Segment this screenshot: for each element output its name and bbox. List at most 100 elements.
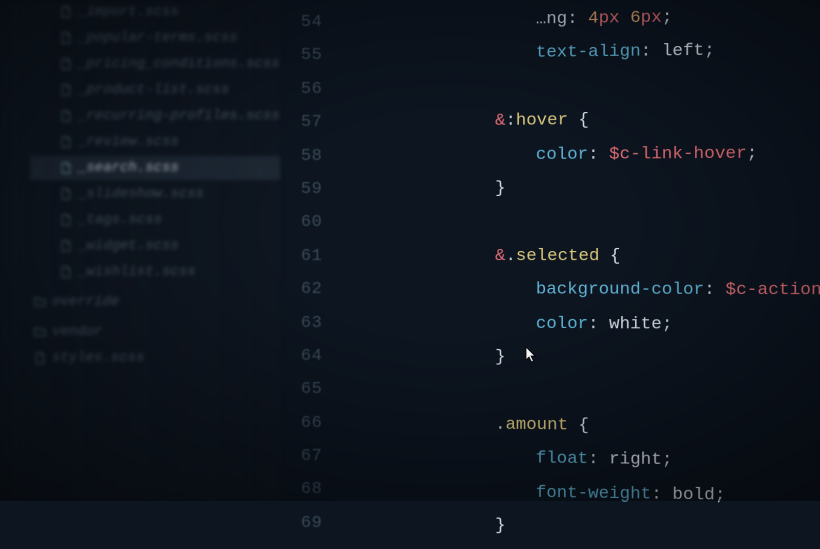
code-token: $c-link-hover (609, 144, 747, 164)
line-number: 58 (280, 140, 334, 173)
code-token: hover (516, 111, 568, 131)
tree-item-label: _slideshow.scss (78, 186, 204, 202)
file-tree-item[interactable]: _review.scss (30, 130, 280, 154)
code-line[interactable]: color: $c-link-hover; (334, 136, 820, 173)
line-number: 59 (280, 173, 334, 206)
tree-item-label: _wishlist.scss (78, 264, 196, 280)
code-token: } (495, 348, 505, 367)
code-token: : (652, 485, 673, 505)
line-number: 60 (280, 206, 334, 239)
code-token: px (599, 9, 620, 29)
editor-code-area[interactable]: …ng: 4px 6px;text-align: left; &:hover {… (334, 0, 820, 508)
line-number: 65 (280, 373, 334, 406)
code-token: …ng (536, 10, 567, 30)
file-tree-item[interactable]: styles.scss (30, 346, 280, 370)
code-token: ; (747, 144, 758, 164)
line-number: 63 (280, 307, 334, 340)
code-token: color (536, 145, 588, 165)
tree-item-label: override (52, 294, 119, 310)
code-token: { (579, 416, 589, 435)
code-line[interactable] (334, 373, 820, 411)
code-token: right (609, 450, 662, 470)
code-token: ; (705, 42, 716, 62)
code-token: ; (715, 486, 726, 506)
tree-item-label: _widget.scss (78, 238, 179, 254)
code-token: ; (662, 315, 673, 334)
code-line[interactable]: } (334, 507, 820, 549)
file-tree-item[interactable]: _pricing_conditions.scss (30, 52, 280, 76)
code-token: amount (506, 416, 569, 436)
folder-icon (34, 296, 46, 308)
line-number: 56 (280, 73, 334, 106)
code-token (620, 9, 631, 28)
file-icon (60, 58, 72, 70)
code-line[interactable]: } (334, 171, 820, 207)
folder-tree-item[interactable]: override (30, 290, 280, 314)
folder-icon (34, 326, 46, 338)
code-line[interactable]: background-color: $c-action; (334, 273, 820, 308)
tree-item-label: _tags.scss (78, 212, 162, 228)
line-number: 69 (280, 507, 334, 540)
code-line[interactable]: &:hover { (334, 102, 820, 140)
file-icon (60, 32, 72, 44)
code-token: $c-action (726, 281, 820, 301)
code-token: : (568, 9, 589, 29)
file-tree-item[interactable]: _tags.scss (30, 208, 280, 232)
code-token: color (536, 314, 588, 333)
tree-item-label: _pricing_conditions.scss (78, 56, 280, 72)
code-token: text-align (536, 43, 641, 63)
code-line[interactable]: text-align: left; (334, 33, 820, 73)
file-tree-item[interactable]: _wishlist.scss (30, 260, 280, 284)
file-tree-item[interactable]: _popular-terms.scss (30, 26, 280, 50)
file-icon (60, 266, 72, 278)
tree-item-label: _recurring-profiles.scss (78, 108, 280, 124)
tree-item-label: _review.scss (78, 134, 179, 150)
tree-item-label: vendor (52, 324, 102, 340)
code-line[interactable]: .amount { (334, 407, 820, 446)
code-token (600, 247, 611, 266)
line-number: 57 (280, 106, 334, 139)
file-explorer[interactable]: _import.scss _popular-terms.scss _pricing_… (0, 0, 280, 501)
code-line[interactable] (334, 68, 820, 107)
code-token: } (495, 179, 505, 198)
line-number: 55 (280, 39, 334, 72)
code-token: } (495, 517, 505, 536)
code-token: background-color (536, 281, 704, 301)
file-tree-item[interactable]: _recurring-profiles.scss (30, 104, 280, 128)
line-number: 64 (280, 340, 334, 373)
code-token (568, 111, 578, 130)
line-number: 66 (280, 407, 334, 440)
code-line[interactable]: } (334, 340, 820, 377)
code-line[interactable]: color: white; (334, 307, 820, 343)
tree-item-label: _import.scss (78, 4, 179, 20)
code-token: left (662, 42, 704, 62)
code-token: : (588, 450, 609, 470)
file-icon (60, 110, 72, 122)
file-icon (60, 136, 72, 148)
file-tree-item[interactable]: _import.scss (30, 0, 280, 24)
code-line[interactable]: &.selected { (334, 240, 820, 274)
code-token: : (588, 145, 609, 164)
code-token: ; (662, 8, 673, 28)
code-token: : (704, 281, 725, 300)
file-tree-item[interactable]: _product-list.scss (30, 78, 280, 102)
code-token: ; (662, 451, 673, 470)
line-number: 67 (280, 440, 334, 473)
file-tree-item[interactable]: _widget.scss (30, 234, 280, 258)
file-tree-item[interactable]: _search.scss (30, 156, 280, 180)
code-token: : (641, 43, 662, 63)
code-token: { (579, 111, 589, 130)
file-icon (34, 352, 46, 364)
code-token: & (495, 112, 505, 131)
folder-tree-item[interactable]: vendor (30, 320, 280, 344)
file-icon (60, 84, 72, 96)
code-token: font-weight (536, 483, 651, 504)
file-tree-item[interactable]: _slideshow.scss (30, 182, 280, 206)
code-token: . (495, 415, 505, 434)
line-number: 61 (280, 240, 334, 273)
code-token: selected (516, 247, 600, 266)
file-icon (60, 162, 72, 174)
code-line[interactable] (334, 205, 820, 240)
file-icon (60, 188, 72, 200)
code-token: bold (673, 485, 715, 505)
